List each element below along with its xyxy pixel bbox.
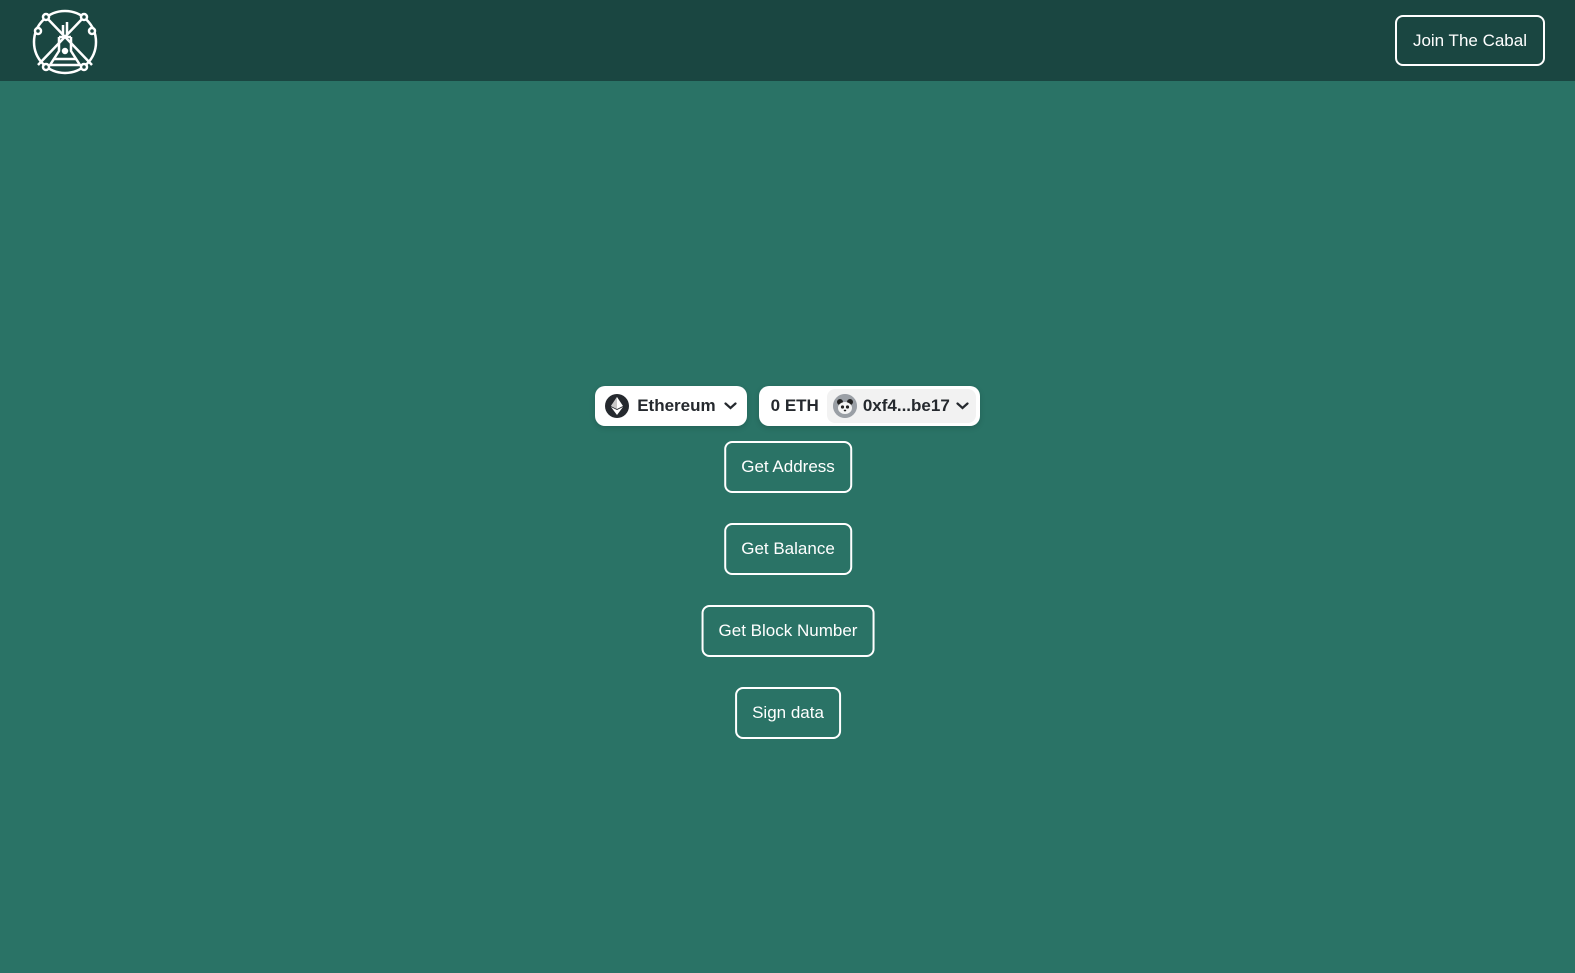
account-address: 0xf4...be17 bbox=[862, 396, 950, 415]
account-address-chip[interactable]: 0xf4...be17 bbox=[826, 389, 976, 423]
top-navbar: Join The Cabal bbox=[0, 0, 1575, 81]
panda-avatar-icon bbox=[832, 394, 857, 418]
sign-data-button[interactable]: Sign data bbox=[735, 687, 841, 739]
balance-text: 0 ETH bbox=[770, 396, 819, 415]
chevron-down-icon bbox=[956, 399, 970, 413]
account-button[interactable]: 0 ETH 0xf4...be17 bbox=[758, 386, 980, 426]
ethereum-icon bbox=[605, 394, 630, 418]
flask-logo-icon[interactable] bbox=[30, 7, 100, 77]
get-address-button[interactable]: Get Address bbox=[724, 441, 852, 493]
wallet-connect-bar: Ethereum 0 ETH 0xf4...be17 bbox=[0, 386, 1575, 426]
get-balance-button[interactable]: Get Balance bbox=[724, 523, 852, 575]
chain-selector-button[interactable]: Ethereum bbox=[595, 386, 747, 426]
get-block-number-button[interactable]: Get Block Number bbox=[701, 605, 875, 657]
join-the-cabal-button[interactable]: Join The Cabal bbox=[1394, 15, 1545, 66]
chain-name: Ethereum bbox=[637, 396, 716, 415]
chevron-down-icon bbox=[724, 399, 738, 413]
